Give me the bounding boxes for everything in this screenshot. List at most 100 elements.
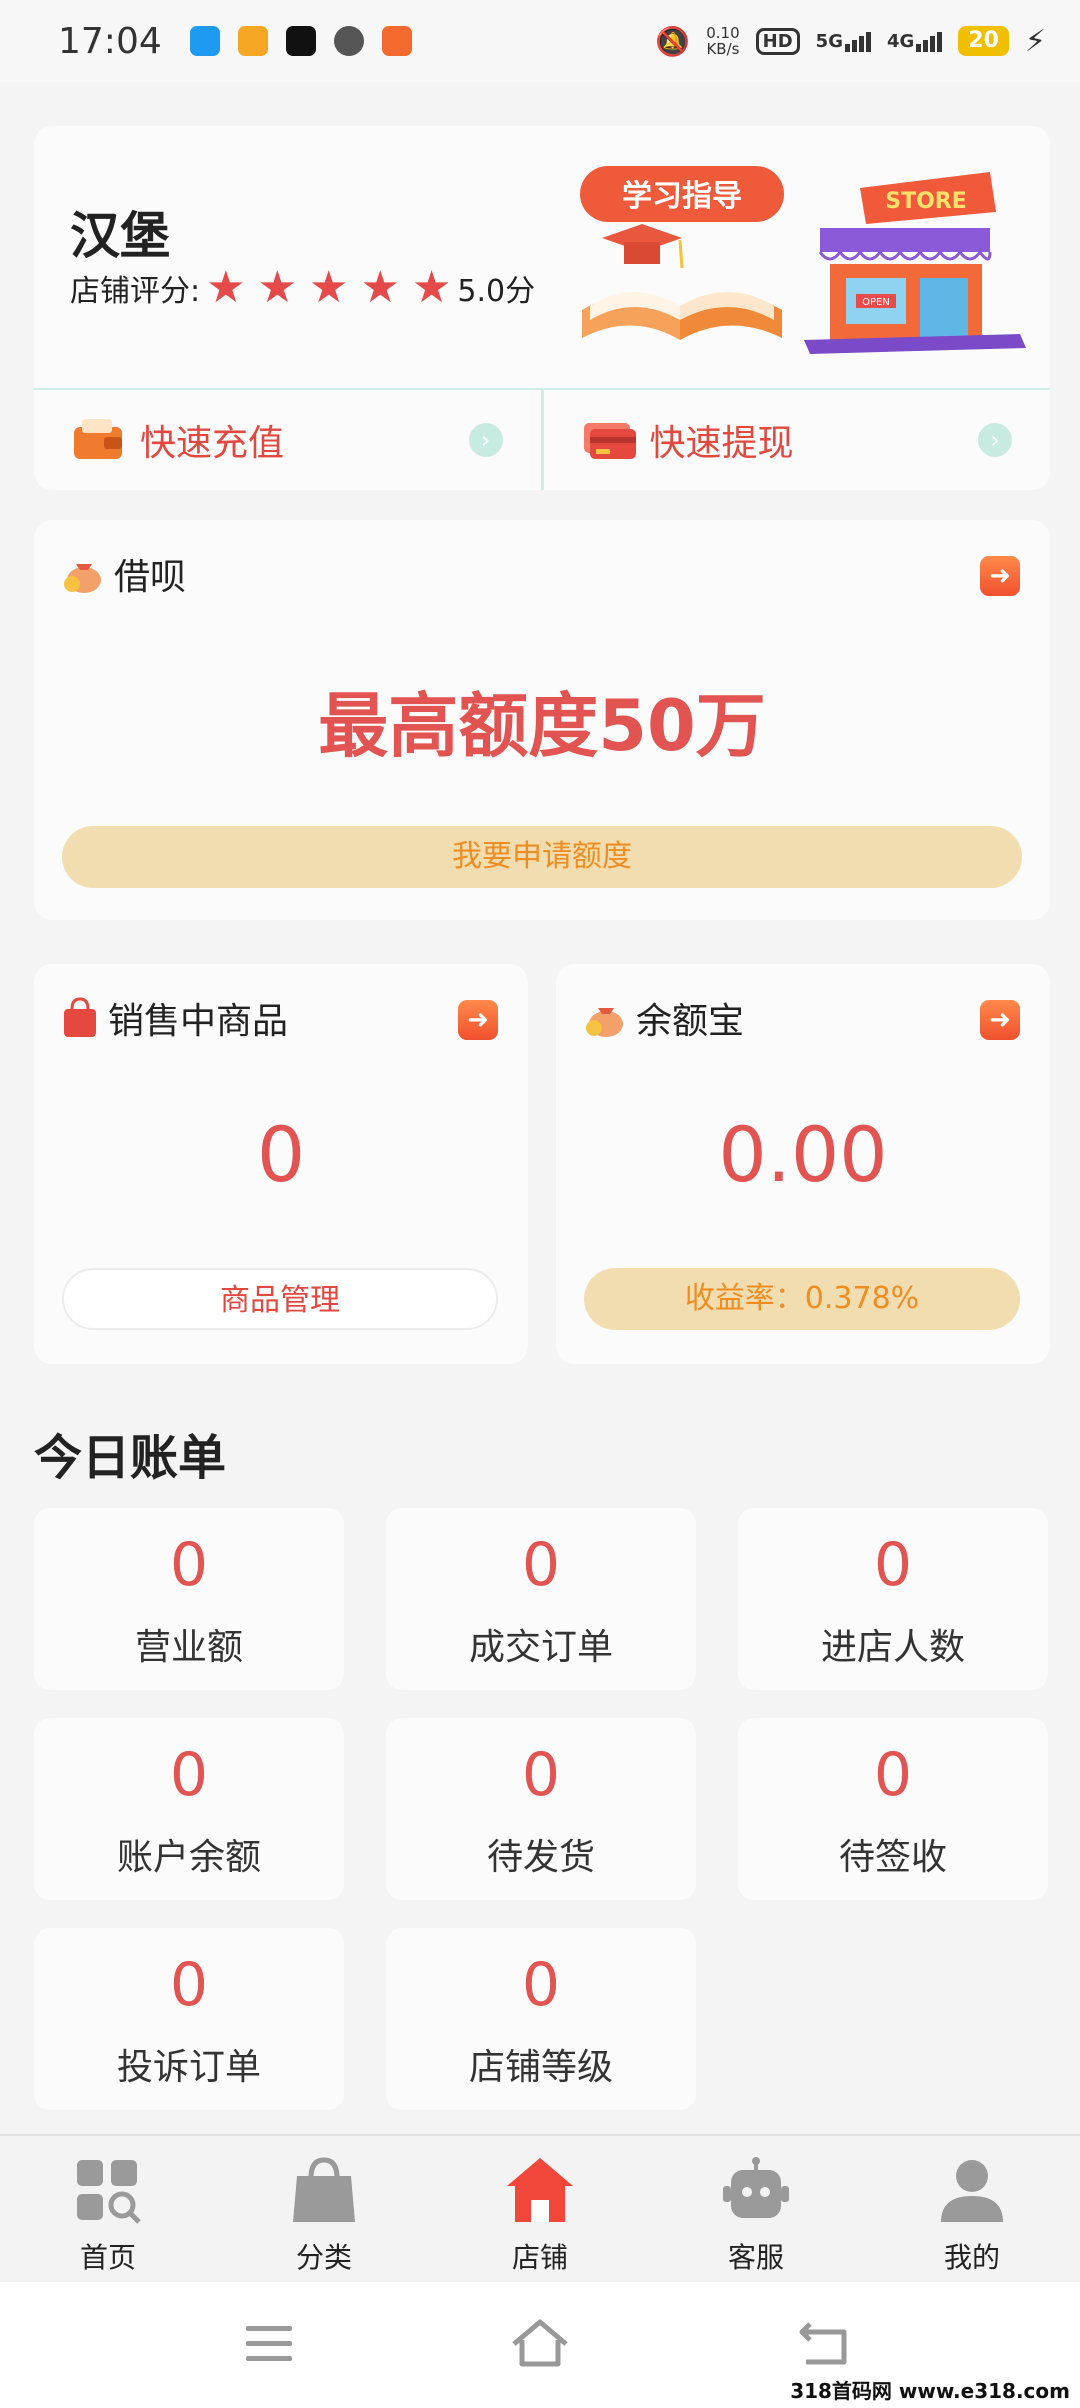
battery-icon: 20: [958, 26, 1009, 56]
stat-to-receive[interactable]: 0 待签收: [738, 1718, 1048, 1900]
stat-label: 店铺等级: [468, 2047, 613, 2088]
status-time: 17:04: [58, 20, 162, 62]
nav-store[interactable]: 店铺: [432, 2136, 648, 2282]
charging-icon: ⚡: [1024, 23, 1046, 59]
status-bar: 17:04 🔕 0.10 KB/s HD 5G 4G 20 ⚡: [0, 0, 1080, 82]
products-header: 销售中商品: [62, 992, 288, 1044]
system-navigation-bar: 318首码网 www.e318.com: [0, 2282, 1080, 2408]
stat-value: 0: [873, 1530, 913, 1600]
loan-amount: 最高额度50万: [318, 685, 766, 767]
menu-icon[interactable]: [244, 2322, 294, 2366]
nav-mine[interactable]: 我的: [864, 2136, 1080, 2282]
apply-credit-button[interactable]: 我要申请额度: [62, 826, 1022, 888]
quick-recharge-button[interactable]: 快速充值 ›: [34, 390, 541, 490]
watermark: 318首码网 www.e318.com: [790, 2379, 1070, 2403]
signal-5g-icon: 5G: [816, 31, 871, 52]
products-on-sale-card: 销售中商品 ➜ 0 商品管理: [34, 964, 528, 1364]
rating-value: 5.0分: [457, 274, 536, 309]
quick-withdraw-button[interactable]: 快速提现 ›: [540, 390, 1051, 490]
star-icon: ★: [206, 262, 246, 313]
nav-service[interactable]: 客服: [648, 2136, 864, 2282]
yuebao-arrow-button[interactable]: ➜: [980, 1000, 1020, 1040]
stat-orders[interactable]: 0 成交订单: [386, 1508, 696, 1690]
stat-label: 账户余额: [116, 1837, 261, 1878]
mute-icon: 🔕: [655, 24, 691, 58]
nav-label: 客服: [727, 2241, 784, 2274]
yuebao-amount: 0.00: [718, 1110, 888, 1199]
nav-label: 我的: [943, 2241, 1000, 2274]
link-app-icon: [333, 26, 364, 56]
nav-label: 分类: [295, 2241, 352, 2274]
products-arrow-button[interactable]: ➜: [458, 1000, 498, 1040]
stat-value: 0: [873, 1740, 913, 1810]
star-icon: ★: [360, 262, 400, 313]
star-icon: ★: [309, 262, 349, 313]
store-icon: [507, 2158, 573, 2222]
quick-recharge-label: 快速充值: [140, 423, 285, 464]
stat-balance[interactable]: 0 账户余额: [34, 1718, 344, 1900]
nav-category[interactable]: 分类: [216, 2136, 432, 2282]
bottom-nav: 首页 分类 店铺 客服 我的: [0, 2134, 1080, 2282]
stat-value: 0: [521, 1530, 561, 1600]
wallet-icon: [74, 419, 122, 459]
quick-withdraw-label: 快速提现: [649, 423, 794, 464]
stat-label: 成交订单: [468, 1627, 613, 1668]
yuebao-card: 余额宝 ➜ 0.00 收益率：0.378%: [556, 964, 1050, 1364]
study-guide-illustration[interactable]: 学习指导: [562, 160, 802, 350]
yuebao-header: 余额宝: [584, 992, 744, 1044]
rating-stars: ★ ★ ★ ★ ★: [206, 266, 451, 310]
today-bill-title: 今日账单: [34, 1430, 227, 1486]
stat-revenue[interactable]: 0 营业额: [34, 1508, 344, 1690]
stat-label: 进店人数: [820, 1627, 965, 1668]
nav-label: 店铺: [511, 2241, 568, 2274]
stat-complaints[interactable]: 0 投诉订单: [34, 1928, 344, 2110]
net-speed: 0.10 KB/s: [706, 24, 740, 58]
store-header-card: 汉堡 店铺评分: ★ ★ ★ ★ ★ 5.0分 学习指导 STORE OPEN: [34, 126, 1050, 490]
qq-app-icon: [189, 26, 220, 56]
yield-rate-button[interactable]: 收益率：0.378%: [584, 1268, 1020, 1330]
card-icon: [583, 423, 636, 459]
star-icon: ★: [257, 262, 298, 313]
video-app-icon: [237, 26, 268, 56]
stat-label: 营业额: [134, 1627, 243, 1668]
robot-icon: [723, 2157, 789, 2218]
nav-home[interactable]: 首页: [0, 2136, 216, 2282]
stat-label: 待签收: [838, 1837, 947, 1878]
open-sign-text: OPEN: [862, 297, 890, 308]
store-rating: 店铺评分: ★ ★ ★ ★ ★ 5.0分: [70, 266, 535, 310]
shopping-bag-icon: [64, 997, 96, 1037]
loan-header: 借呗: [62, 548, 186, 600]
stat-visitors[interactable]: 0 进店人数: [738, 1508, 1048, 1690]
yuebao-title: 余额宝: [636, 1001, 745, 1042]
back-icon[interactable]: [796, 2318, 852, 2368]
money-bag-icon: [586, 1008, 623, 1037]
study-badge-text: 学习指导: [622, 179, 742, 214]
stat-value: 0: [169, 1740, 209, 1810]
stat-value: 0: [169, 1950, 209, 2020]
star-icon: ★: [411, 262, 452, 313]
stat-value: 0: [521, 1950, 561, 2020]
store-sign-text: STORE: [885, 189, 967, 214]
money-bag-icon: [64, 564, 101, 593]
stat-label: 投诉订单: [116, 2047, 261, 2088]
stat-label: 待发货: [486, 1837, 595, 1878]
store-illustration[interactable]: STORE OPEN: [800, 168, 1030, 354]
quick-actions: 快速充值 › 快速提现 ›: [34, 388, 1050, 490]
home-grid-icon: [77, 2160, 141, 2224]
loan-title: 借呗: [114, 557, 187, 598]
chevron-right-icon: ›: [978, 423, 1012, 457]
stat-store-level[interactable]: 0 店铺等级: [386, 1928, 696, 2110]
store-app-icon: [381, 26, 412, 56]
stat-to-ship[interactable]: 0 待发货: [386, 1718, 696, 1900]
hd-icon: HD: [755, 27, 800, 55]
rating-label: 店铺评分:: [70, 274, 201, 309]
loan-card: 借呗 ➜ 最高额度50万 我要申请额度: [34, 520, 1050, 920]
home-icon[interactable]: [510, 2318, 570, 2368]
products-count: 0: [256, 1110, 306, 1199]
manage-products-button[interactable]: 商品管理: [62, 1268, 498, 1330]
signal-4g-icon: 4G: [887, 31, 943, 52]
loan-arrow-button[interactable]: ➜: [980, 556, 1020, 596]
camera-app-icon: [285, 26, 316, 56]
stat-value: 0: [521, 1740, 561, 1810]
nav-label: 首页: [79, 2241, 136, 2274]
